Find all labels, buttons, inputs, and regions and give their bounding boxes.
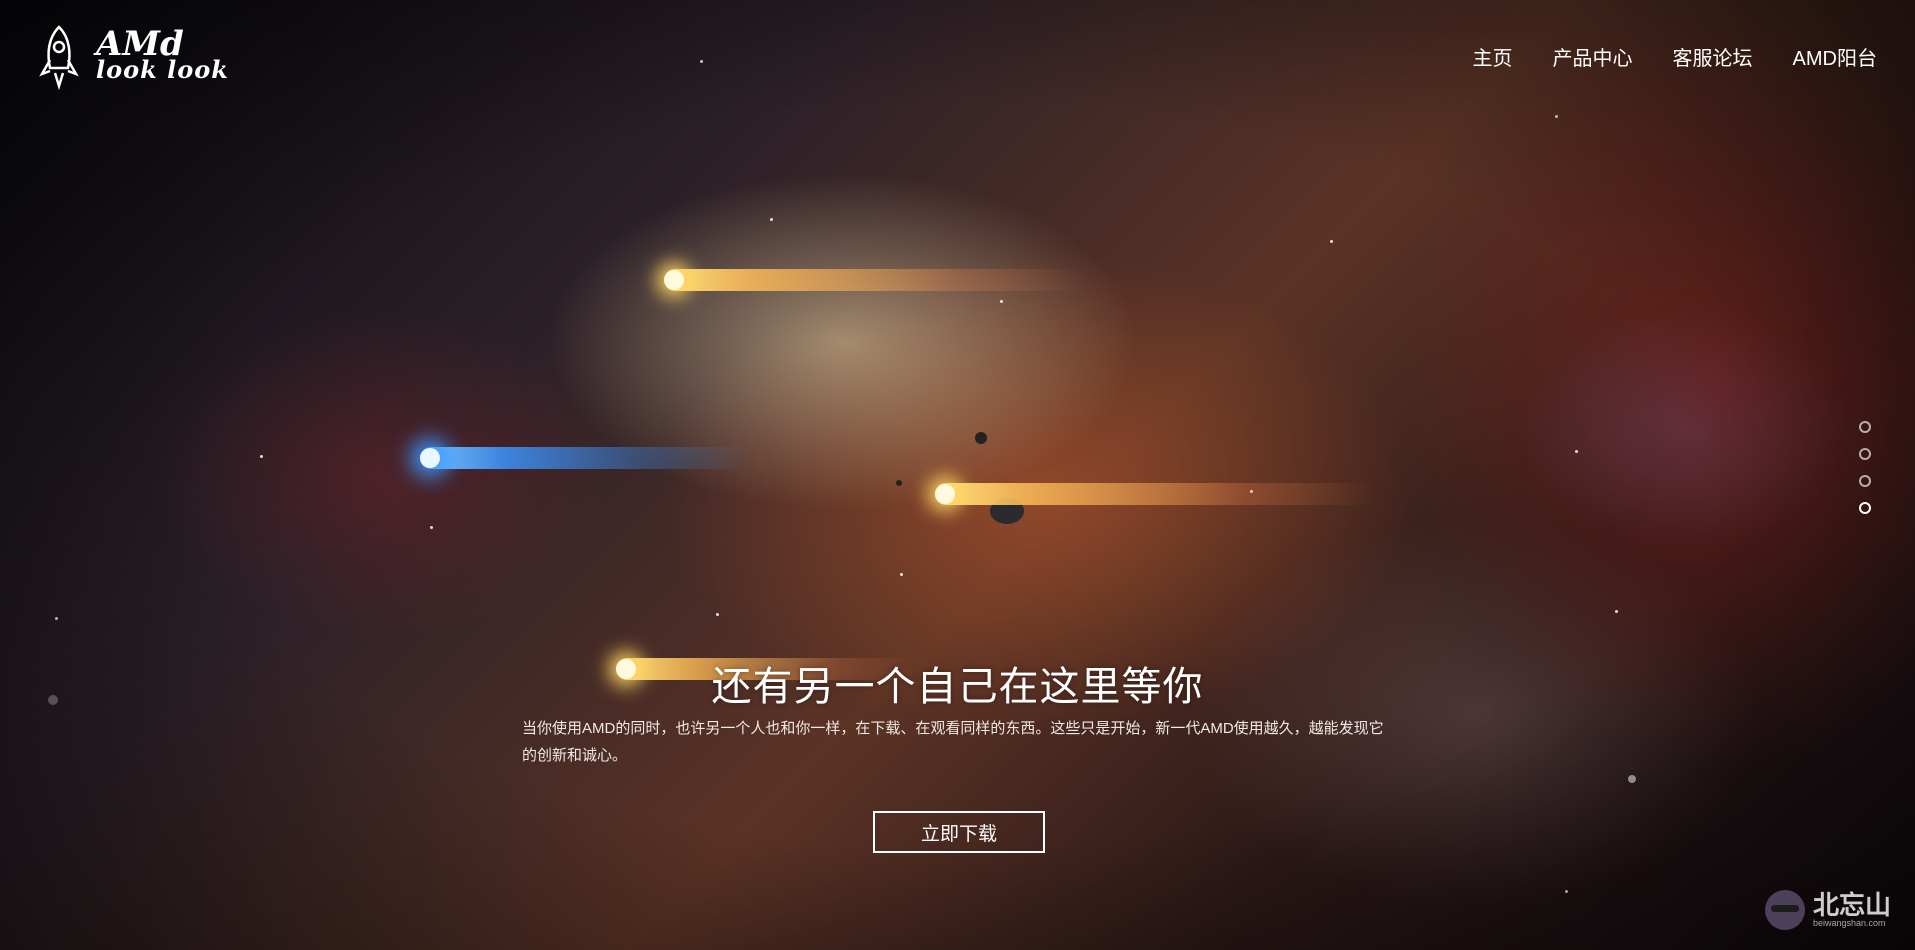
watermark: 北忘山 beiwangshan.com <box>1764 890 1891 930</box>
watermark-text: 北忘山 <box>1812 890 1891 920</box>
logo-line1: AMd <box>96 24 184 64</box>
nav-forum[interactable]: 客服论坛 <box>1673 42 1753 71</box>
pager-dot-2[interactable] <box>1859 448 1871 460</box>
main-nav: 主页 产品中心 客服论坛 AMD阳台 <box>1473 42 1877 71</box>
starfield <box>0 0 1915 950</box>
comet-gold-1 <box>664 269 1084 291</box>
nav-amd-balcony[interactable]: AMD阳台 <box>1793 42 1877 71</box>
hero-title: 还有另一个自己在这里等你 <box>711 665 1204 709</box>
logo-line2: look look <box>96 55 229 84</box>
comet-gold-2 <box>935 483 1375 505</box>
comet-blue <box>420 447 750 469</box>
nav-home[interactable]: 主页 <box>1473 42 1513 71</box>
pager-dot-1[interactable] <box>1859 421 1871 433</box>
slide-pager <box>1859 421 1871 514</box>
site-logo[interactable]: AMd look look <box>38 24 229 90</box>
hero-description: 当你使用AMD的同时，也许另一个人也和你一样，在下载、在观看同样的东西。这些只是… <box>522 720 1384 764</box>
watermark-subtext: beiwangshan.com <box>1812 918 1886 928</box>
logo-wordmark: AMd look look <box>96 24 229 84</box>
nav-products[interactable]: 产品中心 <box>1553 42 1633 71</box>
download-button[interactable]: 立即下载 <box>873 811 1045 853</box>
pager-dot-4[interactable] <box>1859 502 1871 514</box>
pager-dot-3[interactable] <box>1859 475 1871 487</box>
rocket-icon <box>38 24 80 90</box>
ninja-avatar-icon <box>1764 890 1805 930</box>
